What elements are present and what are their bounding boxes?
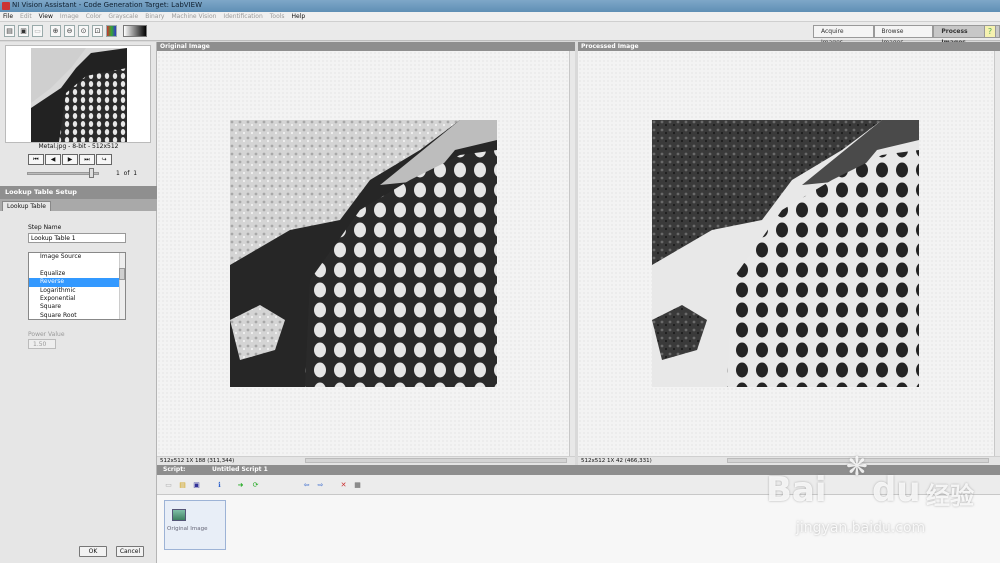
run-once-icon[interactable]: ➜: [235, 480, 246, 491]
script-name: Untitled Script 1: [212, 466, 268, 473]
new-script-icon[interactable]: ▭: [163, 480, 174, 491]
zoom-in-icon[interactable]: ⊕: [50, 25, 61, 37]
watermark-cn: 经验: [926, 482, 974, 510]
page-counter: 1 of 1: [116, 170, 137, 177]
next-image-button[interactable]: ▶: [62, 154, 78, 165]
open-icon[interactable]: ▤: [4, 25, 15, 37]
first-image-button[interactable]: ⏮: [28, 154, 44, 165]
thumbnail-caption: Metal.jpg - 8-bit - 512x512: [38, 143, 119, 150]
original-image: [230, 120, 497, 387]
main-toolbar: ▤ ▣ ▭ ⊕ ⊖ ⊙ ⊡ Acquire Images Browse Imag…: [0, 22, 1000, 46]
script-step-label: Original Image: [167, 526, 208, 532]
menu-color[interactable]: Color: [86, 13, 102, 20]
open-script-icon[interactable]: ▤: [177, 480, 188, 491]
menu-binary[interactable]: Binary: [145, 13, 164, 20]
properties-icon[interactable]: ▦: [352, 480, 363, 491]
list-item-selected[interactable]: Reverse: [29, 278, 125, 287]
grayscale-palette-icon[interactable]: [123, 25, 147, 37]
mode-tabs: Acquire Images Browse Images Process Ima…: [813, 25, 1000, 46]
run-loop-icon[interactable]: ⟳: [250, 480, 261, 491]
list-item[interactable]: Image Source: [29, 253, 125, 261]
list-item[interactable]: [29, 261, 125, 269]
previous-image-button[interactable]: ◀: [45, 154, 61, 165]
setup-tabbar: Lookup Table: [0, 199, 157, 211]
processed-image-header: Processed Image: [578, 42, 1000, 51]
processed-vertical-scrollbar[interactable]: [994, 51, 1000, 456]
palette-icon[interactable]: [106, 25, 117, 37]
window-title: NI Vision Assistant - Code Generation Ta…: [12, 1, 202, 9]
move-left-icon[interactable]: ⇦: [301, 480, 312, 491]
ok-button[interactable]: OK: [79, 546, 107, 557]
info-icon[interactable]: ℹ: [214, 480, 225, 491]
cancel-button[interactable]: Cancel: [116, 546, 144, 557]
original-image-pane[interactable]: [157, 51, 569, 456]
save-script-icon[interactable]: ▣: [191, 480, 202, 491]
app-icon: [2, 2, 10, 10]
list-item[interactable]: Square: [29, 303, 125, 311]
tab-acquire-images[interactable]: Acquire Images: [813, 25, 874, 46]
zoom-out-icon[interactable]: ⊖: [64, 25, 75, 37]
menu-image[interactable]: Image: [60, 13, 79, 20]
list-item[interactable]: Equalize: [29, 270, 125, 278]
image-thumbnail[interactable]: [5, 45, 151, 143]
menu-edit[interactable]: Edit: [20, 13, 32, 20]
menu-bar: File Edit View Image Color Grayscale Bin…: [0, 12, 1000, 22]
image-navigation: ⏮ ◀ ▶ ⏭ ↪: [28, 154, 113, 165]
setup-title: Lookup Table Setup: [0, 186, 157, 199]
menu-file[interactable]: File: [3, 13, 13, 20]
menu-identification[interactable]: Identification: [223, 13, 262, 20]
step-name-label: Step Name: [28, 224, 62, 231]
list-item[interactable]: Exponential: [29, 295, 125, 303]
image-step-icon: [172, 509, 186, 521]
menu-help[interactable]: Help: [292, 13, 306, 20]
script-label: Script:: [163, 466, 186, 473]
help-icon[interactable]: ?: [984, 25, 996, 38]
power-value-label: Power Value: [28, 331, 65, 338]
watermark-brand: Bai: [766, 470, 827, 510]
script-step-original-image[interactable]: Original Image: [164, 500, 226, 550]
tab-lookup-table[interactable]: Lookup Table: [2, 201, 51, 211]
processed-image: [652, 120, 919, 387]
left-panel: Metal.jpg - 8-bit - 512x512 ⏮ ◀ ▶ ⏭ ↪ 1 …: [0, 42, 157, 563]
page-current: 1: [116, 170, 120, 177]
list-item[interactable]: Logarithmic: [29, 287, 125, 295]
zoom-region-icon[interactable]: ⊡: [92, 25, 103, 37]
original-horizontal-scrollbar[interactable]: [305, 458, 567, 463]
list-scrollbar[interactable]: [119, 253, 125, 319]
return-button[interactable]: ↪: [96, 154, 112, 165]
baidu-watermark: Bai ❋ du 经验 jingyan.baidu.com: [762, 452, 996, 547]
tab-browse-images[interactable]: Browse Images: [873, 25, 934, 46]
processed-image-pane[interactable]: [578, 51, 994, 456]
menu-grayscale[interactable]: Grayscale: [108, 13, 138, 20]
original-image-header: Original Image: [157, 42, 575, 51]
thumbnail-image: [31, 48, 127, 142]
original-vertical-scrollbar[interactable]: [569, 51, 575, 456]
save-icon[interactable]: ▣: [18, 25, 29, 37]
menu-view[interactable]: View: [39, 13, 53, 20]
paw-icon: ❋: [846, 452, 868, 482]
last-image-button[interactable]: ⏭: [79, 154, 95, 165]
watermark-brand-2: du: [872, 470, 921, 510]
delete-step-icon[interactable]: ✕: [338, 480, 349, 491]
lookup-type-list[interactable]: Image Source Equalize Reverse Logarithmi…: [28, 252, 126, 320]
list-item[interactable]: Square Root: [29, 312, 125, 319]
page-total: 1: [133, 170, 138, 177]
watermark-url: jingyan.baidu.com: [796, 520, 926, 536]
power-value-input[interactable]: [28, 339, 56, 349]
menu-tools[interactable]: Tools: [270, 13, 285, 20]
title-bar: NI Vision Assistant - Code Generation Ta…: [0, 0, 1000, 12]
page-of-label: of: [123, 170, 130, 177]
zoom-fit-icon[interactable]: ⊙: [78, 25, 89, 37]
move-right-icon[interactable]: ⇨: [315, 480, 326, 491]
menu-machine-vision[interactable]: Machine Vision: [171, 13, 216, 20]
image-slider-thumb[interactable]: [89, 168, 94, 178]
list-scrollbar-thumb[interactable]: [119, 268, 125, 280]
step-name-input[interactable]: [28, 233, 126, 243]
print-icon[interactable]: ▭: [32, 25, 43, 37]
